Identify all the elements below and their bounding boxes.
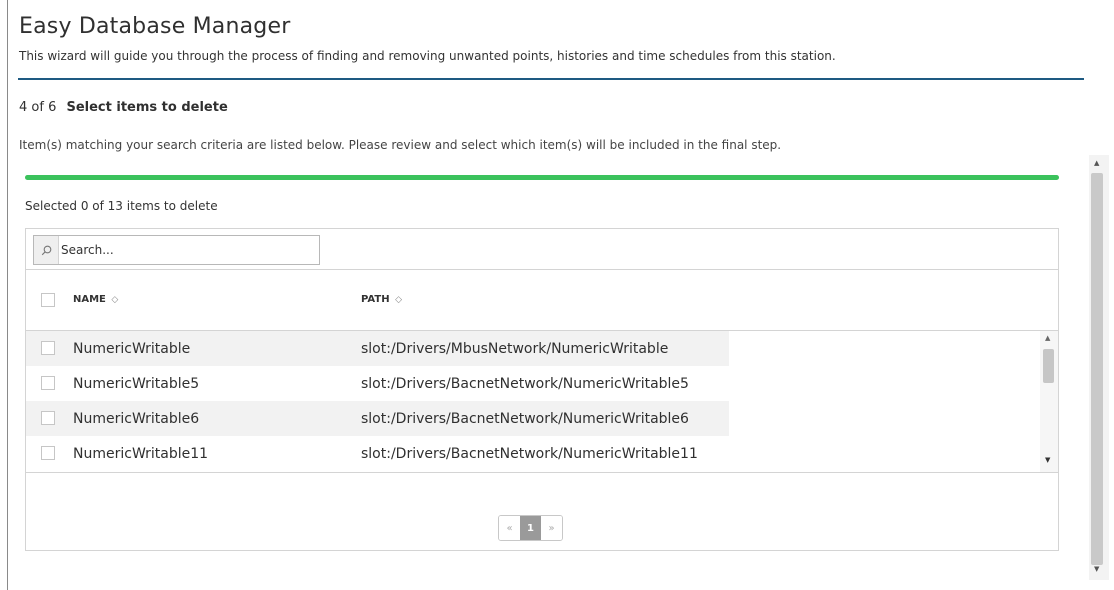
cell-name: NumericWritable6 <box>73 411 200 427</box>
search-icon <box>34 236 59 264</box>
cell-name: NumericWritable <box>73 341 191 357</box>
caret-down-icon[interactable]: ▼ <box>1045 456 1050 464</box>
table-scrollbar[interactable]: ▲ ▼ <box>1040 331 1058 472</box>
window-edge <box>7 0 8 590</box>
row-checkbox[interactable] <box>41 411 55 425</box>
page-scrollbar[interactable]: ▲ ▼ <box>1089 155 1109 580</box>
table-body: NumericWritable slot:/Drivers/MbusNetwor… <box>26 330 1058 473</box>
cell-path: slot:/Drivers/BacnetNetwork/NumericWrita… <box>361 411 689 427</box>
search-input[interactable] <box>61 236 316 264</box>
selection-summary: Selected 0 of 13 items to delete <box>25 199 218 213</box>
column-header-path[interactable]: PATH ◇ <box>361 294 402 305</box>
header-divider <box>18 78 1084 80</box>
step-heading: 4 of 6 Select items to delete <box>19 100 228 115</box>
step-progress-bar <box>25 175 1059 180</box>
prev-page-button[interactable]: « <box>499 516 520 540</box>
step-progress-fill <box>25 175 1059 180</box>
column-header-path-label: PATH <box>361 294 390 305</box>
sort-icon[interactable]: ◇ <box>111 295 118 305</box>
cell-path: slot:/Drivers/BacnetNetwork/NumericWrita… <box>361 376 689 392</box>
select-all-checkbox[interactable] <box>41 293 55 307</box>
cell-path: slot:/Drivers/MbusNetwork/NumericWritabl… <box>361 341 669 357</box>
pagination: « 1 » <box>498 515 563 541</box>
page-scrollbar-thumb[interactable] <box>1091 173 1103 565</box>
cell-name: NumericWritable5 <box>73 376 200 392</box>
table-row[interactable]: NumericWritable5 slot:/Drivers/BacnetNet… <box>26 366 729 401</box>
step-name: Select items to delete <box>66 100 228 115</box>
cell-name: NumericWritable11 <box>73 446 209 462</box>
column-header-name-label: NAME <box>73 294 106 305</box>
caret-up-icon[interactable]: ▲ <box>1094 159 1099 167</box>
cell-path: slot:/Drivers/BacnetNetwork/NumericWrita… <box>361 446 698 462</box>
row-checkbox[interactable] <box>41 341 55 355</box>
items-table-panel: NAME ◇ PATH ◇ NumericWritable slot:/Driv… <box>25 228 1059 551</box>
page-1-button[interactable]: 1 <box>520 516 541 540</box>
table-row[interactable]: NumericWritable slot:/Drivers/MbusNetwor… <box>26 331 729 366</box>
table-header: NAME ◇ PATH ◇ <box>26 270 1058 330</box>
caret-down-icon[interactable]: ▼ <box>1094 565 1099 573</box>
table-row[interactable]: NumericWritable6 slot:/Drivers/BacnetNet… <box>26 401 729 436</box>
wizard-description: This wizard will guide you through the p… <box>19 49 836 63</box>
step-instructions: Item(s) matching your search criteria ar… <box>19 138 782 152</box>
sort-icon[interactable]: ◇ <box>395 295 402 305</box>
row-checkbox[interactable] <box>41 446 55 460</box>
caret-up-icon[interactable]: ▲ <box>1045 334 1050 342</box>
table-row[interactable]: NumericWritable11 slot:/Drivers/BacnetNe… <box>26 436 729 471</box>
row-checkbox[interactable] <box>41 376 55 390</box>
page-title: Easy Database Manager <box>19 14 291 39</box>
step-counter: 4 of 6 <box>19 100 57 115</box>
table-scrollbar-thumb[interactable] <box>1043 349 1054 383</box>
search-field[interactable] <box>33 235 320 265</box>
column-header-name[interactable]: NAME ◇ <box>73 294 118 305</box>
next-page-button[interactable]: » <box>541 516 562 540</box>
